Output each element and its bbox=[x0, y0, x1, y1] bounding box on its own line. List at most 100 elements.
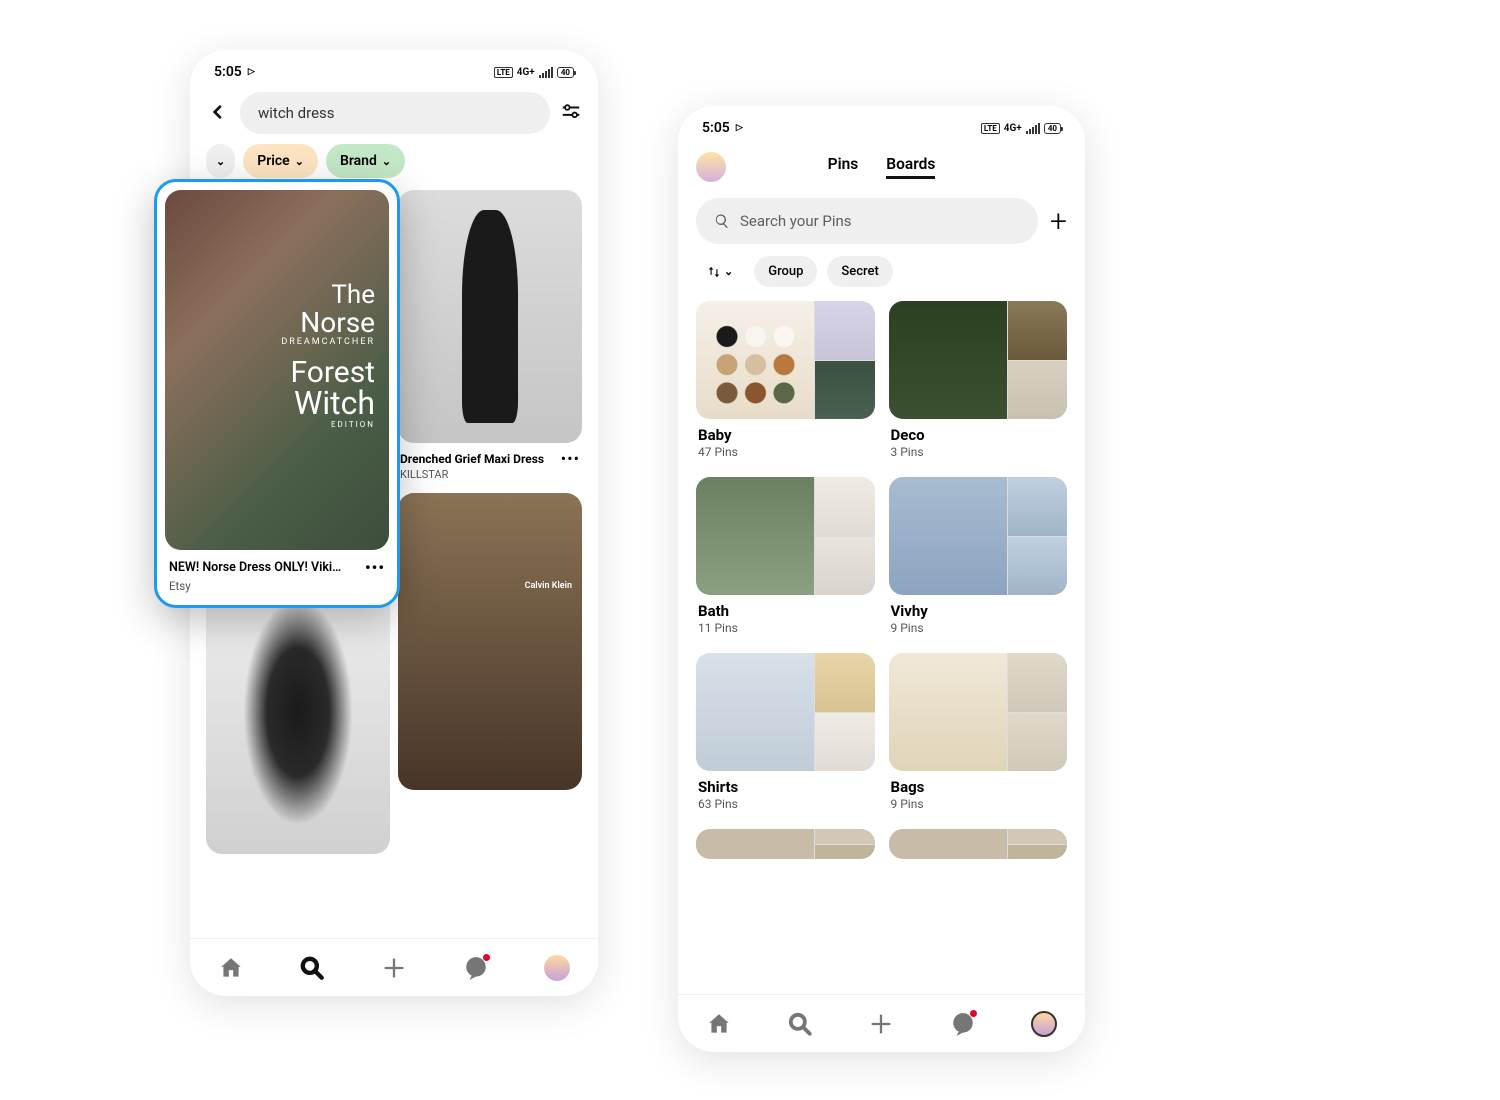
avatar-icon bbox=[1031, 1011, 1057, 1037]
pin-image-overlay-text: The Norse DREAMCATCHER Forest Witch EDIT… bbox=[281, 280, 375, 429]
highlighted-pin-card[interactable]: The Norse DREAMCATCHER Forest Witch EDIT… bbox=[154, 179, 400, 608]
filter-button[interactable] bbox=[560, 102, 582, 124]
board-cover bbox=[696, 653, 875, 771]
battery-level: 40 bbox=[557, 67, 574, 78]
chip-brand[interactable]: Brand ⌄ bbox=[326, 144, 405, 178]
pin-shop: Etsy bbox=[165, 579, 389, 597]
avatar-icon bbox=[544, 955, 570, 981]
sort-button[interactable]: ⌄ bbox=[696, 258, 744, 286]
board-cover bbox=[696, 301, 875, 419]
pin-calvin-klein[interactable] bbox=[398, 493, 582, 790]
board-peek[interactable] bbox=[889, 829, 1068, 859]
status-bar: 5:05 ▷ LTE 4G+ 40 bbox=[190, 50, 598, 86]
chip-label: Price bbox=[257, 153, 290, 169]
tab-boards[interactable]: Boards bbox=[886, 155, 935, 179]
network-lte: LTE bbox=[494, 67, 513, 78]
phone-boards-screen: 5:05 ▷ LTE 4G+ 40 Pins Boards Search you… bbox=[678, 106, 1085, 1052]
chip-price[interactable]: Price ⌄ bbox=[243, 144, 318, 178]
nav-messages[interactable] bbox=[460, 952, 492, 984]
boards-search-row: Search your Pins + bbox=[678, 186, 1085, 256]
filter-secret[interactable]: Secret bbox=[827, 256, 892, 287]
nav-search[interactable] bbox=[296, 952, 328, 984]
board-pin-count: 3 Pins bbox=[889, 445, 1068, 459]
board-peek[interactable] bbox=[696, 829, 875, 859]
play-icon: ▷ bbox=[736, 123, 743, 133]
pin-shop: KILLSTAR bbox=[398, 468, 582, 481]
network-4g: 4G+ bbox=[1004, 123, 1022, 134]
signal-icon bbox=[539, 67, 553, 78]
profile-tabs: Pins Boards bbox=[828, 155, 936, 179]
network-4g: 4G+ bbox=[517, 67, 535, 78]
board-bags[interactable]: Bags9 Pins bbox=[889, 653, 1068, 811]
pin-title: NEW! Norse Dress ONLY! Viki… bbox=[169, 560, 341, 575]
boards-grid: Baby47 PinsDeco3 PinsBath11 PinsVivhy9 P… bbox=[678, 301, 1085, 859]
nav-home[interactable] bbox=[215, 952, 247, 984]
profile-header: Pins Boards bbox=[678, 142, 1085, 186]
search-icon bbox=[714, 213, 730, 229]
status-bar: 5:05 ▷ LTE 4G+ 40 bbox=[678, 106, 1085, 142]
nav-create[interactable] bbox=[378, 952, 410, 984]
search-pins-input[interactable]: Search your Pins bbox=[696, 198, 1038, 244]
board-cover bbox=[889, 477, 1068, 595]
board-pin-count: 9 Pins bbox=[889, 621, 1068, 635]
nav-bar bbox=[190, 938, 598, 996]
pin-maxi-dress[interactable] bbox=[398, 190, 582, 443]
search-header: witch dress bbox=[190, 86, 598, 144]
pin-title: Drenched Grief Maxi Dress bbox=[400, 452, 544, 466]
chevron-down-icon: ⌄ bbox=[295, 155, 304, 168]
chevron-down-icon: ⌄ bbox=[216, 155, 225, 168]
nav-messages[interactable] bbox=[947, 1008, 979, 1040]
board-bath[interactable]: Bath11 Pins bbox=[696, 477, 875, 635]
create-board-button[interactable]: + bbox=[1050, 204, 1067, 239]
sort-icon bbox=[707, 265, 721, 279]
board-pin-count: 11 Pins bbox=[696, 621, 875, 635]
board-name: Shirts bbox=[696, 771, 875, 797]
nav-search[interactable] bbox=[784, 1008, 816, 1040]
board-cover bbox=[889, 829, 1068, 859]
notification-dot bbox=[970, 1010, 977, 1017]
back-button[interactable] bbox=[206, 97, 230, 130]
board-deco[interactable]: Deco3 Pins bbox=[889, 301, 1068, 459]
nav-profile[interactable] bbox=[541, 952, 573, 984]
signal-icon bbox=[1026, 123, 1040, 134]
status-time: 5:05 bbox=[214, 64, 242, 80]
board-cover bbox=[696, 829, 875, 859]
filter-group[interactable]: Group bbox=[754, 256, 817, 287]
pin-more-button[interactable]: ••• bbox=[561, 449, 580, 468]
board-pin-count: 63 Pins bbox=[696, 797, 875, 811]
board-name: Baby bbox=[696, 419, 875, 445]
chip-overflow[interactable]: ⌄ bbox=[206, 144, 235, 178]
board-pin-count: 47 Pins bbox=[696, 445, 875, 459]
board-name: Bath bbox=[696, 595, 875, 621]
pin-more-button[interactable]: ••• bbox=[365, 558, 385, 577]
board-vivhy[interactable]: Vivhy9 Pins bbox=[889, 477, 1068, 635]
status-time: 5:05 bbox=[702, 120, 730, 136]
nav-home[interactable] bbox=[703, 1008, 735, 1040]
chevron-down-icon: ⌄ bbox=[724, 265, 733, 278]
nav-bar bbox=[678, 994, 1085, 1052]
search-placeholder: Search your Pins bbox=[740, 212, 852, 230]
play-icon: ▷ bbox=[248, 67, 255, 77]
board-name: Vivhy bbox=[889, 595, 1068, 621]
board-name: Bags bbox=[889, 771, 1068, 797]
pin-tulle-skirt[interactable] bbox=[206, 570, 390, 854]
board-baby[interactable]: Baby47 Pins bbox=[696, 301, 875, 459]
profile-avatar[interactable] bbox=[696, 152, 726, 182]
board-name: Deco bbox=[889, 419, 1068, 445]
board-filter-row: ⌄ Group Secret bbox=[678, 256, 1085, 301]
board-pin-count: 9 Pins bbox=[889, 797, 1068, 811]
board-cover bbox=[889, 301, 1068, 419]
tab-pins[interactable]: Pins bbox=[828, 155, 859, 179]
nav-create[interactable] bbox=[865, 1008, 897, 1040]
board-shirts[interactable]: Shirts63 Pins bbox=[696, 653, 875, 811]
board-cover bbox=[889, 653, 1068, 771]
battery-level: 40 bbox=[1044, 123, 1061, 134]
search-input[interactable]: witch dress bbox=[240, 92, 550, 134]
pin-image: The Norse DREAMCATCHER Forest Witch EDIT… bbox=[165, 190, 389, 550]
nav-profile[interactable] bbox=[1028, 1008, 1060, 1040]
notification-dot bbox=[483, 954, 490, 961]
network-lte: LTE bbox=[981, 123, 1000, 134]
chip-label: Brand bbox=[340, 153, 377, 169]
chevron-down-icon: ⌄ bbox=[382, 155, 391, 168]
board-cover bbox=[696, 477, 875, 595]
